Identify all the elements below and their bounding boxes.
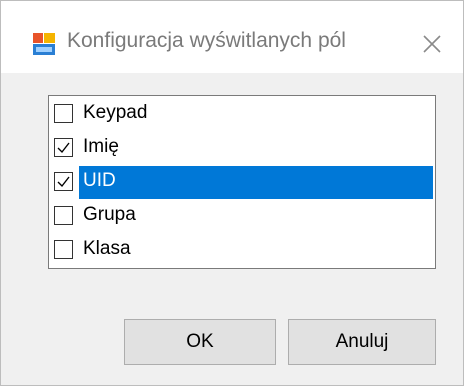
- title-bar: Konfiguracja wyświtlanych pól: [1, 1, 463, 73]
- selection-highlight: [79, 166, 433, 199]
- checkbox-imie[interactable]: [54, 138, 73, 157]
- list-item-imie[interactable]: Imię: [51, 132, 433, 165]
- list-item-label: Keypad: [83, 102, 148, 123]
- ok-button[interactable]: OK: [124, 319, 276, 365]
- close-icon[interactable]: [417, 29, 447, 59]
- list-item-label: Grupa: [83, 204, 136, 225]
- list-item-klasa[interactable]: Klasa: [51, 234, 433, 267]
- list-item-uid[interactable]: UID: [51, 166, 433, 199]
- checkmark-icon: [57, 142, 70, 154]
- cancel-button[interactable]: Anuluj: [288, 319, 436, 365]
- list-item-label: Klasa: [83, 238, 131, 259]
- window-title: Konfiguracja wyświtlanych pól: [67, 29, 346, 52]
- list-item-keypad[interactable]: Keypad: [51, 98, 433, 131]
- list-item-grupa[interactable]: Grupa: [51, 200, 433, 233]
- checkbox-uid[interactable]: [54, 172, 73, 191]
- checkbox-klasa[interactable]: [54, 240, 73, 259]
- app-window-icon: [33, 33, 55, 55]
- list-item-label: Imię: [83, 136, 119, 157]
- checkmark-icon: [57, 176, 70, 188]
- fields-checked-listbox[interactable]: Keypad Imię UID Grupa Klasa: [48, 95, 436, 269]
- checkbox-grupa[interactable]: [54, 206, 73, 225]
- dialog-window: Konfiguracja wyświtlanych pól Keypad Imi…: [0, 0, 464, 386]
- checkbox-keypad[interactable]: [54, 104, 73, 123]
- list-item-label: UID: [83, 170, 116, 191]
